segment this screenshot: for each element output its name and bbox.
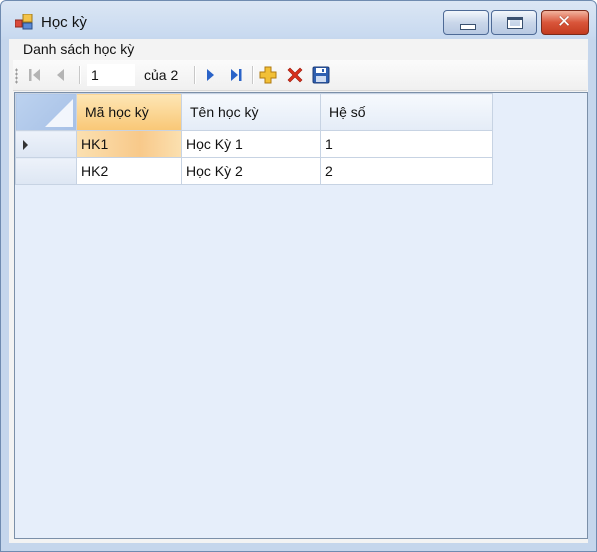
column-header-ten-hoc-ky[interactable]: Tên học kỳ [181, 93, 321, 131]
corner-triangle-icon [45, 99, 73, 127]
table-cell[interactable]: HK1 [76, 130, 182, 158]
binding-navigator: của 2 [13, 60, 587, 91]
grid-table: Mã học kỳ Tên học kỳ Hệ số HK1 Học Kỳ 1 … [15, 93, 493, 185]
move-previous-icon[interactable] [51, 65, 71, 85]
move-next-icon[interactable] [200, 65, 220, 85]
move-last-icon[interactable] [226, 65, 246, 85]
column-header-he-so[interactable]: Hệ số [320, 93, 493, 131]
table-cell[interactable]: Học Kỳ 2 [181, 157, 321, 185]
title-bar[interactable]: Học kỳ ✕ [1, 1, 596, 41]
select-all-corner[interactable] [15, 93, 77, 131]
close-button[interactable]: ✕ [541, 10, 589, 35]
table-cell[interactable]: 2 [320, 157, 493, 185]
groupbox-title: Danh sách học kỳ [21, 41, 137, 57]
minimize-button[interactable] [443, 10, 489, 35]
save-icon[interactable] [311, 65, 331, 85]
move-first-icon[interactable] [25, 65, 45, 85]
count-label: của 2 [144, 67, 179, 83]
maximize-icon [507, 17, 523, 29]
header-row: Mã học kỳ Tên học kỳ Hệ số [15, 93, 493, 131]
add-icon[interactable] [258, 65, 278, 85]
minimize-icon [460, 24, 476, 30]
position-input[interactable] [87, 64, 135, 86]
table-row[interactable]: HK2 Học Kỳ 2 2 [15, 157, 493, 185]
row-header[interactable] [15, 130, 77, 158]
toolbar-separator [252, 66, 253, 84]
window: Học kỳ ✕ Danh sách học kỳ của 2 [0, 0, 597, 552]
delete-icon[interactable] [285, 65, 305, 85]
row-header[interactable] [15, 157, 77, 185]
column-header-ma-hoc-ky[interactable]: Mã học kỳ [76, 93, 182, 131]
table-cell[interactable]: 1 [320, 130, 493, 158]
client-area: Danh sách học kỳ của 2 [9, 39, 588, 543]
toolbar-separator [79, 66, 80, 84]
maximize-button[interactable] [491, 10, 537, 35]
toolbar-separator [194, 66, 195, 84]
close-icon: ✕ [557, 12, 572, 32]
data-grid[interactable]: Mã học kỳ Tên học kỳ Hệ số HK1 Học Kỳ 1 … [14, 92, 588, 539]
table-cell[interactable]: HK2 [76, 157, 182, 185]
app-icon [15, 14, 33, 30]
toolbar-grip[interactable] [15, 68, 18, 84]
table-row[interactable]: HK1 Học Kỳ 1 1 [15, 130, 493, 158]
window-title: Học kỳ [41, 14, 87, 31]
table-cell[interactable]: Học Kỳ 1 [181, 130, 321, 158]
current-row-icon [23, 140, 28, 150]
